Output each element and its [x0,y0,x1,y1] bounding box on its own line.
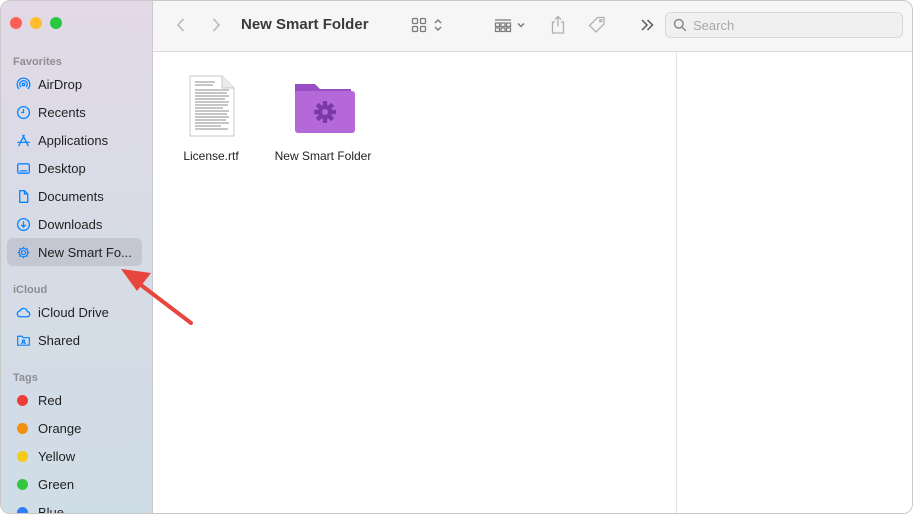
sidebar: Favorites AirDrop Recents Applications D… [1,1,153,513]
red-tag-icon [17,394,28,406]
favorites-section-title: Favorites [13,56,62,68]
chevron-right-icon [212,18,221,32]
toolbar: New Smart Folder [153,1,912,52]
download-icon [15,216,31,232]
desktop-icon [15,160,31,176]
green-tag-icon [17,478,28,490]
file-item-new-smart-folder[interactable]: New Smart Folder [268,74,378,163]
gear-icon [15,244,31,260]
sidebar-item-label: Green [38,476,75,492]
applications-icon [15,132,31,148]
sidebar-item-label: AirDrop [38,76,83,92]
sidebar-item-desktop[interactable]: Desktop [7,154,142,182]
tag-icon [588,16,605,33]
yellow-tag-icon [17,450,28,462]
sidebar-item-label: Blue [38,504,65,514]
sidebar-item-tag-green[interactable]: Green [7,470,142,498]
blue-tag-icon [17,506,28,513]
sidebar-item-tag-yellow[interactable]: Yellow [7,442,142,470]
chevron-left-icon [176,18,185,32]
forward-button[interactable] [206,15,226,35]
sidebar-item-tag-blue[interactable]: Blue [7,498,142,514]
view-mode-button[interactable] [408,14,446,36]
smart-folder-icon [295,84,355,133]
share-icon [551,15,565,34]
icloud-section-title: iCloud [13,284,48,296]
window-controls [10,17,62,29]
share-button[interactable] [547,13,569,37]
sidebar-item-tag-red[interactable]: Red [7,386,142,414]
chevron-down-icon [517,22,525,28]
tag-button[interactable] [585,13,609,37]
sidebar-item-label: Recents [38,104,86,120]
sidebar-item-label: Downloads [38,216,103,232]
sidebar-item-applications[interactable]: Applications [7,126,142,154]
sidebar-item-downloads[interactable]: Downloads [7,210,142,238]
shared-folder-icon [15,332,31,348]
back-button[interactable] [171,15,191,35]
chevron-double-right-icon [641,19,654,31]
sidebar-item-tag-orange[interactable]: Orange [7,414,142,442]
sidebar-item-label: New Smart Fo... [38,244,132,260]
clock-icon [15,104,31,120]
file-name: License.rtf [183,149,239,163]
chevron-updown-icon [434,19,442,31]
icon-view-grid-icon [411,17,427,33]
search-field[interactable] [665,12,903,38]
more-toolbar-items-button[interactable] [637,15,657,35]
search-icon [673,18,687,32]
rtf-document-icon [189,75,235,137]
minimize-button[interactable] [30,17,42,29]
sidebar-item-documents[interactable]: Documents [7,182,142,210]
sidebar-item-label: Orange [38,420,82,436]
sidebar-item-recents[interactable]: Recents [7,98,142,126]
file-item-license[interactable]: License.rtf [156,74,266,163]
sidebar-item-label: iCloud Drive [38,304,109,320]
group-by-button[interactable] [491,14,529,36]
file-browser-content: License.rtf New Smart Folder [153,52,676,513]
document-icon [15,188,31,204]
preview-pane [676,52,912,513]
sidebar-item-shared[interactable]: Shared [7,326,142,354]
sidebar-item-new-smart-folder[interactable]: New Smart Fo... [7,238,142,266]
zoom-button[interactable] [50,17,62,29]
sidebar-item-label: Yellow [38,448,76,464]
finder-window: Favorites AirDrop Recents Applications D… [0,0,913,514]
sidebar-item-label: Red [38,392,62,408]
sidebar-item-label: Applications [38,132,109,148]
orange-tag-icon [17,422,28,434]
group-grid-icon [494,19,512,33]
sidebar-item-icloud-drive[interactable]: iCloud Drive [7,298,142,326]
tags-section-title: Tags [13,372,38,384]
airdrop-icon [15,76,31,92]
sidebar-item-airdrop[interactable]: AirDrop [7,70,142,98]
close-button[interactable] [10,17,22,29]
sidebar-item-label: Documents [38,188,104,204]
sidebar-item-label: Desktop [38,160,86,176]
search-input[interactable] [691,17,895,34]
cloud-icon [15,304,31,320]
file-name: New Smart Folder [274,149,372,163]
sidebar-item-label: Shared [38,332,80,348]
window-title: New Smart Folder [241,16,369,33]
